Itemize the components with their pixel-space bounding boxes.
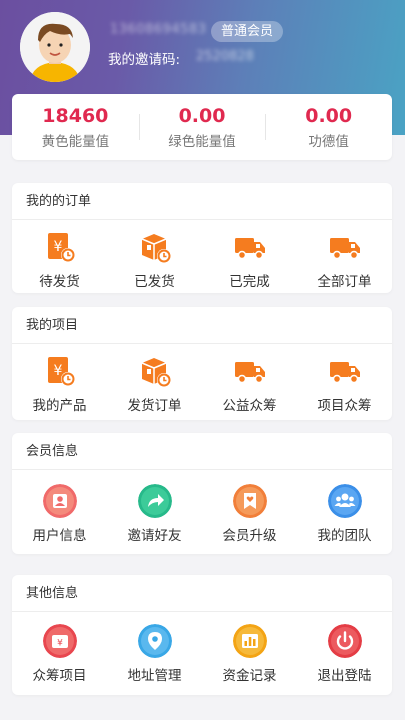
invite-code-value: 2520828 <box>196 49 254 64</box>
order-label: 全部订单 <box>317 274 372 290</box>
order-shipped[interactable]: 已发货 <box>107 230 202 290</box>
svg-text:¥: ¥ <box>53 363 62 379</box>
truck-icon <box>234 238 265 260</box>
project-crowdfunding[interactable]: 项目众筹 <box>297 354 392 414</box>
power-icon <box>327 624 362 658</box>
stat-value: 0.00 <box>178 105 226 127</box>
truck-icon <box>329 238 360 260</box>
project-label: 项目众筹 <box>317 398 372 414</box>
order-all[interactable]: 全部订单 <box>297 230 392 290</box>
member-title: 会员信息 <box>12 433 392 470</box>
project-label: 我的产品 <box>32 398 87 414</box>
stat-green-energy[interactable]: 0.00 绿色能量值 <box>138 104 266 150</box>
stat-value: 0.00 <box>305 105 353 127</box>
member-upgrade[interactable]: 会员升级 <box>202 484 297 544</box>
stat-yellow-energy[interactable]: 18460 黄色能量值 <box>12 104 139 150</box>
member-label: 会员升级 <box>222 528 277 544</box>
avatar[interactable] <box>20 12 90 82</box>
member-my-team[interactable]: 我的团队 <box>297 484 392 544</box>
order-pending-ship[interactable]: ¥ 待发货 <box>12 230 107 290</box>
orders-card: 我的的订单 ¥ 待发货 已发货 已完成 全部订单 <box>12 183 392 293</box>
order-label: 待发货 <box>39 274 80 290</box>
share-arrow-icon <box>137 484 172 518</box>
project-label: 公益众筹 <box>222 398 277 414</box>
location-pin-icon <box>137 624 172 658</box>
wallet-icon: ¥ <box>42 624 77 658</box>
other-card: 其他信息 ¥ 众筹项目 地址管理 资金记录 退出登陆 <box>12 575 392 695</box>
svg-text:¥: ¥ <box>57 639 63 649</box>
other-fund-records[interactable]: 资金记录 <box>202 624 297 684</box>
yen-receipt-icon: ¥ <box>47 357 75 386</box>
member-invite-friends[interactable]: 邀请好友 <box>107 484 202 544</box>
project-label: 发货订单 <box>127 398 182 414</box>
team-icon <box>327 484 362 518</box>
order-label: 已发货 <box>134 274 175 290</box>
project-shipping-orders[interactable]: 发货订单 <box>107 354 202 414</box>
other-crowdfunding-projects[interactable]: ¥ 众筹项目 <box>12 624 107 684</box>
member-card: 会员信息 用户信息 邀请好友 会员升级 我的团队 <box>12 433 392 554</box>
yen-receipt-icon: ¥ <box>47 233 75 262</box>
other-label: 资金记录 <box>222 668 277 684</box>
stats-panel: 18460 黄色能量值 0.00 绿色能量值 0.00 功德值 <box>12 94 392 160</box>
svg-text:¥: ¥ <box>53 239 62 255</box>
member-label: 用户信息 <box>32 528 87 544</box>
other-address-management[interactable]: 地址管理 <box>107 624 202 684</box>
projects-title: 我的项目 <box>12 307 392 344</box>
member-label: 我的团队 <box>317 528 372 544</box>
other-title: 其他信息 <box>12 575 392 612</box>
heart-badge-icon <box>232 484 267 518</box>
user-id: 13608694583 <box>110 22 207 37</box>
order-label: 已完成 <box>229 274 270 290</box>
stat-value: 18460 <box>42 105 109 127</box>
user-info-icon <box>42 484 77 518</box>
truck-icon <box>234 362 265 384</box>
stat-label: 黄色能量值 <box>41 134 110 150</box>
orders-title: 我的的订单 <box>12 183 392 220</box>
member-label: 邀请好友 <box>127 528 182 544</box>
stat-merit[interactable]: 0.00 功德值 <box>265 104 392 150</box>
other-label: 众筹项目 <box>32 668 87 684</box>
stat-label: 绿色能量值 <box>168 134 236 150</box>
project-my-products[interactable]: ¥ 我的产品 <box>12 354 107 414</box>
bar-chart-icon <box>232 624 267 658</box>
project-charity-crowdfunding[interactable]: 公益众筹 <box>202 354 297 414</box>
other-logout[interactable]: 退出登陆 <box>297 624 392 684</box>
projects-card: 我的项目 ¥ 我的产品 发货订单 公益众筹 项目众筹 <box>12 307 392 420</box>
order-completed[interactable]: 已完成 <box>202 230 297 290</box>
package-icon <box>141 358 171 387</box>
package-icon <box>141 234 171 263</box>
truck-icon <box>329 362 360 384</box>
invite-code-label: 我的邀请码: <box>108 52 181 68</box>
other-label: 地址管理 <box>127 668 182 684</box>
member-user-info[interactable]: 用户信息 <box>12 484 107 544</box>
other-label: 退出登陆 <box>317 668 372 684</box>
avatar-face-icon <box>20 12 90 82</box>
stat-label: 功德值 <box>308 134 349 150</box>
member-level-badge: 普通会员 <box>211 21 284 42</box>
